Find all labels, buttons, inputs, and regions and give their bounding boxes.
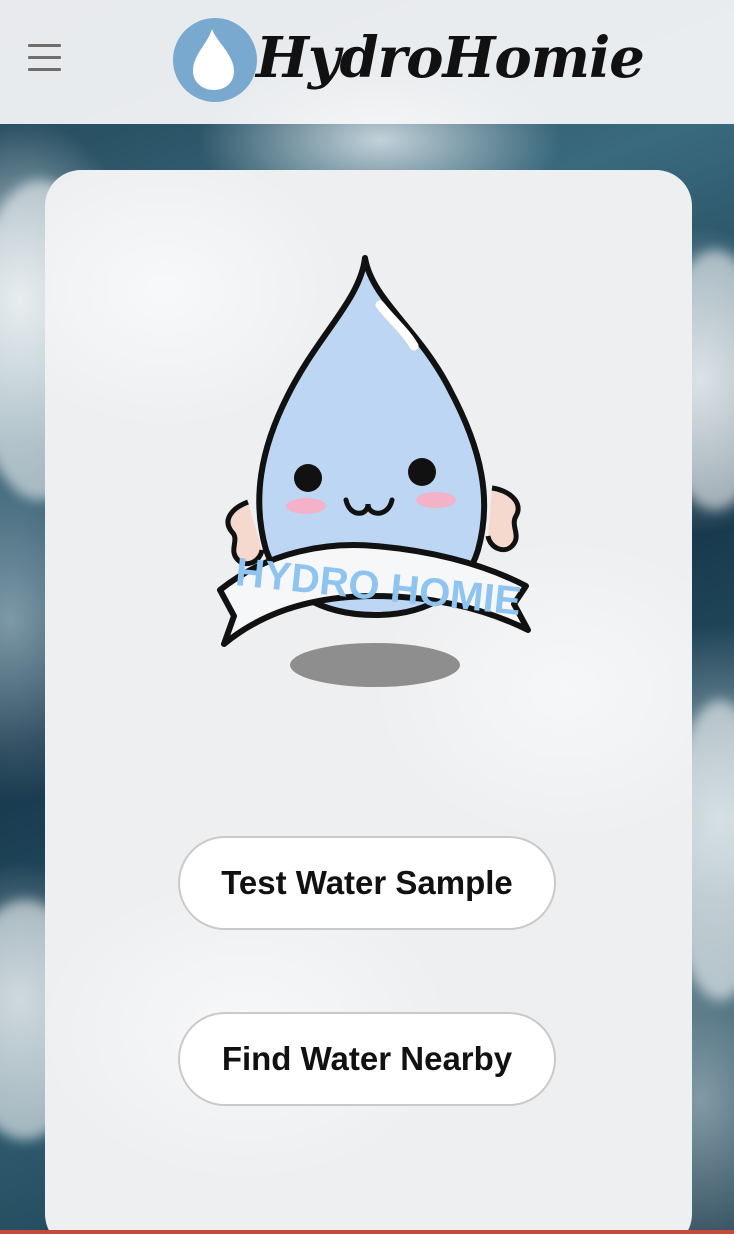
find-water-nearby-button[interactable]: Find Water Nearby — [178, 1012, 556, 1106]
water-drop-icon — [173, 18, 257, 102]
app-screen: HydroHomie HYDRO HOMIE Test Water Sample… — [0, 0, 734, 1234]
test-water-sample-button[interactable]: Test Water Sample — [178, 836, 556, 930]
water-drop-mascot: HYDRO HOMIE — [217, 255, 531, 687]
top-header: HydroHomie — [0, 0, 734, 124]
bottom-accent-bar — [0, 1230, 734, 1234]
brand-name[interactable]: HydroHomie — [256, 18, 645, 98]
main-card: HYDRO HOMIE Test Water Sample Find Water… — [45, 170, 692, 1234]
hamburger-menu-icon[interactable] — [28, 44, 62, 74]
